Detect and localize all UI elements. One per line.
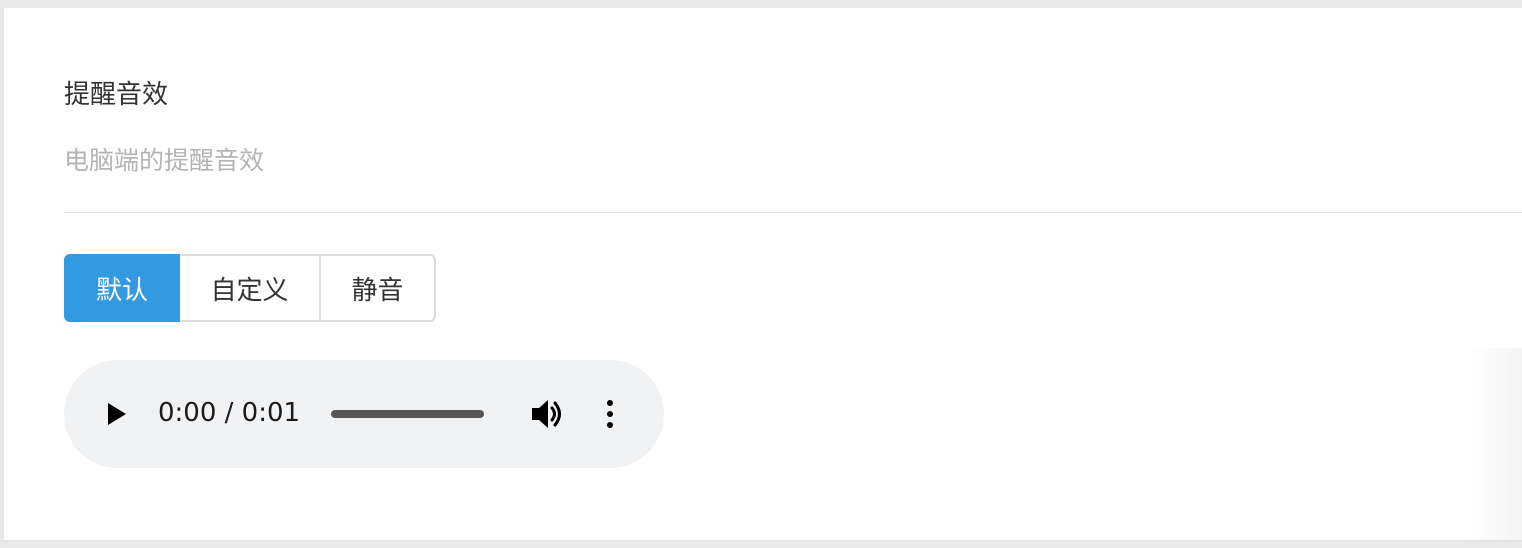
custom-sound-button[interactable]: 自定义 bbox=[180, 254, 321, 322]
progress-slider[interactable] bbox=[331, 410, 484, 418]
section-description: 电脑端的提醒音效 bbox=[64, 146, 265, 175]
section-title: 提醒音效 bbox=[64, 80, 169, 110]
divider bbox=[64, 212, 1522, 213]
volume-icon[interactable] bbox=[530, 397, 566, 431]
play-icon[interactable] bbox=[102, 400, 130, 428]
default-sound-button[interactable]: 默认 bbox=[64, 254, 180, 322]
audio-player: 0:00 / 0:01 bbox=[64, 360, 664, 468]
more-vertical-icon[interactable] bbox=[600, 398, 620, 430]
sound-mode-button-group: 默认 自定义 静音 bbox=[64, 254, 436, 322]
mute-button[interactable]: 静音 bbox=[321, 254, 436, 322]
time-display: 0:00 / 0:01 bbox=[158, 398, 301, 428]
settings-card: 提醒音效 电脑端的提醒音效 默认 自定义 静音 0:00 / 0:01 bbox=[4, 8, 1522, 540]
